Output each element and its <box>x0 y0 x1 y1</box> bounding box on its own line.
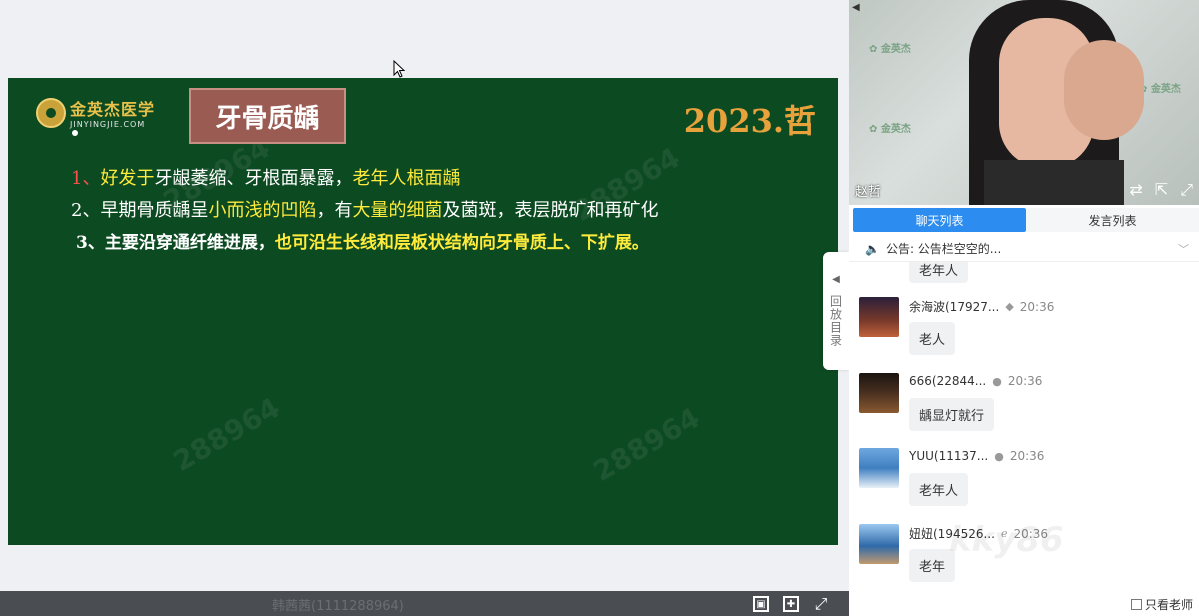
sender-name: YUU(11137... <box>909 449 989 463</box>
sender-name: 余海波(17927... <box>909 300 1000 314</box>
chat-bubble: 老人 <box>909 322 956 355</box>
chat-message: YUU(11137... ● 20:36 老年人 <box>859 448 1189 518</box>
message-time: 20:36 <box>1009 449 1045 463</box>
wall-logo-icon: ✿ 金英杰 <box>869 124 911 135</box>
chevron-down-icon[interactable]: ﹀ <box>1178 241 1189 257</box>
player-control-bar: 韩茜茜(1111288964) ▣ ✚ ⤢ <box>0 591 849 616</box>
checkbox[interactable] <box>1131 599 1142 610</box>
slide-year-signature: 2023.哲 <box>683 102 816 140</box>
avatar[interactable] <box>859 524 899 564</box>
lecture-slide: 288964 288964 288964 288964 金英杰医学 JINYIN… <box>8 78 838 545</box>
video-controls: ⇄ ⇱ ⤢ <box>1129 180 1193 200</box>
slide-point-1: 1、好发于牙龈萎缩、牙根面暴露，老年人根面龋 <box>71 168 461 189</box>
popout-icon[interactable]: ⇱ <box>1155 180 1168 200</box>
avatar[interactable] <box>859 297 899 337</box>
teacher-video: ✿ 金英杰 ✿ 金英杰 ✿ 金英杰 ◀ 赵哲 ⇄ ⇱ ⤢ <box>849 0 1199 205</box>
announcement-bar[interactable]: 🔈 公告: 公告栏空空的... ﹀ <box>849 236 1199 262</box>
slide-point-3: 3、主要沿穿通纤维进展，也可沿生长线和层板状结构向牙骨质上、下扩展。 <box>76 233 649 253</box>
mouse-cursor-icon <box>393 60 405 78</box>
message-time: 20:36 <box>1019 299 1055 314</box>
logo-emblem-icon <box>36 97 66 128</box>
background-watermark: kky86 <box>949 520 1064 560</box>
chat-bubble: 龋显灯就行 <box>909 398 995 431</box>
replay-directory-tab[interactable]: ◀ 回放目录 <box>823 252 849 370</box>
fit-screen-icon[interactable]: ✚ <box>783 596 799 612</box>
speaker-name: 赵哲 <box>855 185 882 200</box>
only-teacher-label: 只看老师 <box>1145 598 1194 612</box>
slide-title: 牙骨质龋 <box>215 103 320 134</box>
speaker-icon: 🔈 <box>865 241 880 256</box>
slide-title-box: 牙骨质龋 <box>189 88 346 144</box>
sender-name: 666(22844... <box>909 374 987 388</box>
replay-directory-label: 回放目录 <box>828 295 843 347</box>
message-time: 20:36 <box>1007 374 1043 388</box>
logo-url: JINYINGJIE.COM <box>70 120 146 129</box>
panel-tabs: 聊天列表 发言列表 <box>853 208 1199 232</box>
expand-icon[interactable]: ⤢ <box>1180 180 1193 200</box>
wall-logo-icon: ✿ 金英杰 <box>869 44 911 55</box>
chat-message: 666(22844... ● 20:36 龋显灯就行 <box>859 373 1189 443</box>
bullet-dot <box>72 130 78 136</box>
player-area: 288964 288964 288964 288964 金英杰医学 JINYIN… <box>0 0 849 616</box>
logo-text: 金英杰医学 <box>70 100 156 119</box>
side-panel: ✿ 金英杰 ✿ 金英杰 ✿ 金英杰 ◀ 赵哲 ⇄ ⇱ ⤢ 聊天列表 发言列表 🔈… <box>849 0 1199 616</box>
chat-bubble: 老年人 <box>909 262 969 283</box>
slide-watermark: 288964 <box>167 390 286 479</box>
chat-bubble: 老年人 <box>909 473 969 506</box>
fullscreen-icon[interactable]: ⤢ <box>813 594 829 613</box>
slide-watermark: 288964 <box>587 400 706 489</box>
avatar[interactable] <box>859 448 899 488</box>
android-icon: ◆ <box>1005 300 1014 313</box>
swap-icon[interactable]: ⇄ <box>1129 180 1142 200</box>
slide-point-2: 2、早期骨质龋呈小而浅的凹陷，有大量的细菌及菌斑，表层脱矿和再矿化 <box>71 200 659 221</box>
apple-icon: ● <box>994 449 1004 463</box>
only-teacher-toggle[interactable]: 只看老师 <box>1131 596 1193 613</box>
tab-chat-list[interactable]: 聊天列表 <box>853 208 1026 232</box>
chevron-left-icon: ◀ <box>832 274 840 285</box>
brand-logo: 金英杰医学 JINYINGJIE.COM <box>36 96 156 136</box>
screenshot-icon[interactable]: ▣ <box>753 596 769 612</box>
chat-message: 余海波(17927... ◆ 20:36 老人 <box>859 297 1189 367</box>
announcement-text: 公告: 公告栏空空的... <box>885 242 1002 256</box>
user-id-watermark: 韩茜茜(1111288964) <box>272 599 404 614</box>
wall-logo-icon: ✿ 金英杰 <box>1139 84 1181 95</box>
collapse-video-icon[interactable]: ◀ <box>852 2 860 13</box>
apple-icon: ● <box>992 374 1002 388</box>
tab-speaker-list[interactable]: 发言列表 <box>1026 208 1199 232</box>
avatar[interactable] <box>859 373 899 413</box>
